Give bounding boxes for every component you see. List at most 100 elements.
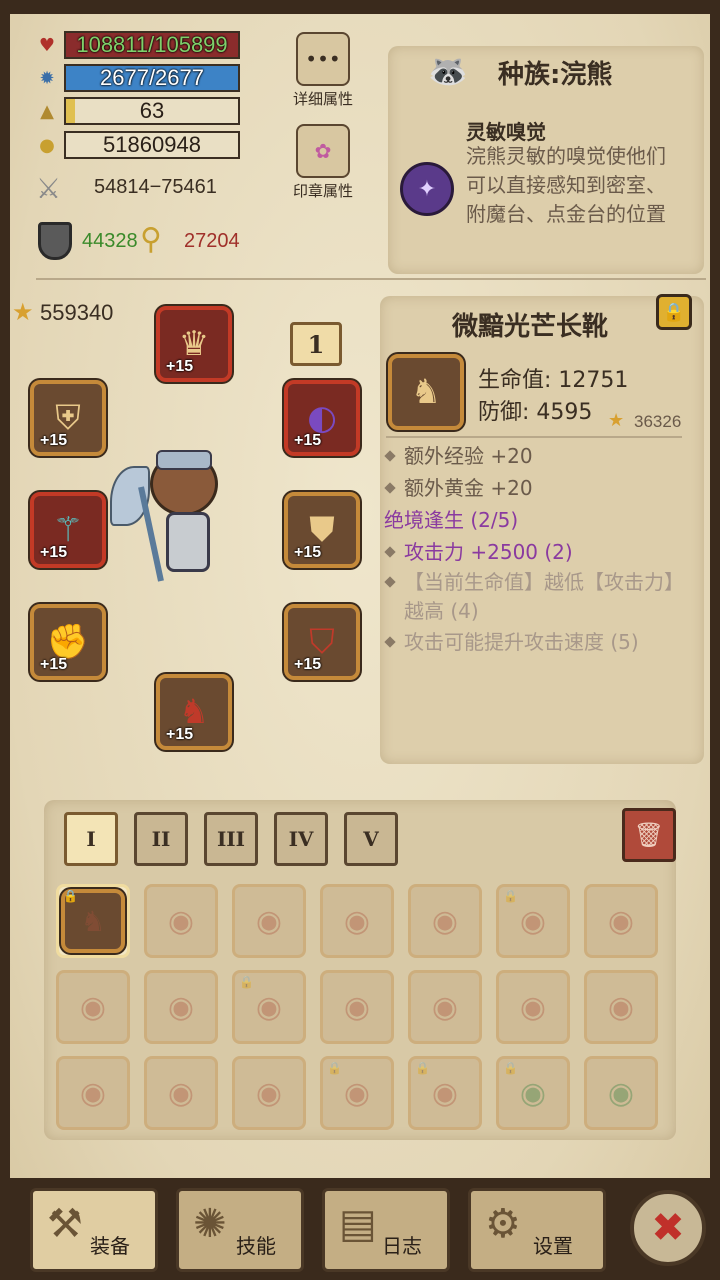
- lock-icon: 🔒: [503, 889, 518, 903]
- spellbook-icon: ◉: [519, 989, 547, 1025]
- inventory-slot[interactable]: ◉: [56, 1056, 130, 1130]
- lock-icon[interactable]: 🔒: [656, 294, 692, 330]
- inventory-slot[interactable]: ◉: [144, 884, 218, 958]
- spellbook-icon: ◉: [255, 903, 283, 939]
- inventory-slot[interactable]: ◉: [320, 970, 394, 1044]
- lock-icon: 🔒: [327, 1061, 342, 1075]
- raccoon-icon: 🦝: [428, 52, 468, 90]
- hp-bar: 108811/105899: [64, 31, 240, 59]
- helmet-level: +15: [166, 358, 194, 375]
- race-title: 种族:浣熊: [498, 60, 613, 90]
- inventory-slot[interactable]: ◉: [584, 884, 658, 958]
- spellbook-icon: ◉: [431, 989, 459, 1025]
- nav-skills-label: 技能: [236, 1234, 276, 1258]
- power-score: 559340: [40, 300, 114, 325]
- loadout-number: 1: [307, 329, 325, 359]
- tab-page-3[interactable]: III: [204, 812, 258, 866]
- trash-icon: 🗑: [633, 821, 665, 849]
- item-star-icon: ★: [608, 410, 625, 431]
- spellbook-icon: ◉: [431, 1075, 459, 1111]
- equip-slot-weapon[interactable]: ⚚ +15: [30, 492, 106, 568]
- item-hp: 生命值: 12751: [478, 368, 629, 393]
- magic-staff-icon: ⚲: [140, 222, 162, 257]
- item-name: 微黯光芒长靴: [451, 312, 608, 342]
- inventory-slot[interactable]: ◉: [320, 884, 394, 958]
- frame-left: [0, 0, 10, 1280]
- inventory-slot[interactable]: ◉: [232, 1056, 306, 1130]
- nav-settings-button[interactable]: ⚙ 设置: [468, 1188, 606, 1272]
- boots-level: +15: [166, 726, 194, 743]
- level-row: ▲ 63: [34, 96, 240, 126]
- gear-sun-icon: ✹: [39, 67, 55, 89]
- item-def: 防御: 4595: [478, 400, 593, 425]
- inventory-slot[interactable]: ◉: [232, 884, 306, 958]
- gold-bar: 51860948: [64, 131, 240, 159]
- set-line-1: 攻击力 +2500 (2): [380, 536, 704, 568]
- seal-attributes-button[interactable]: ✿ 印章属性: [288, 124, 358, 201]
- race-skill-desc: 浣熊灵敏的嗅觉使他们可以直接感知到密室、附魔台、点金台的位置: [466, 144, 666, 226]
- nav-skills-button[interactable]: ✺ 技能: [176, 1188, 304, 1272]
- inventory-slot[interactable]: ◉: [408, 970, 482, 1044]
- equip-slot-helmet[interactable]: ♛ +15: [156, 306, 232, 382]
- gold-row: ● 51860948: [34, 130, 240, 160]
- spellbook-icon: ◉: [79, 1075, 107, 1111]
- divider: [36, 278, 706, 280]
- tab-page-2-label: II: [151, 827, 171, 851]
- armor-level: +15: [294, 544, 322, 561]
- inventory-slot[interactable]: ◉ 🔒: [232, 970, 306, 1044]
- tab-page-4[interactable]: IV: [274, 812, 328, 866]
- inventory-slot[interactable]: ◉: [584, 970, 658, 1044]
- spellbook-icon: ◉: [607, 989, 635, 1025]
- tab-page-5[interactable]: V: [344, 812, 398, 866]
- attack-range: 54814−75461: [94, 176, 217, 198]
- triangle-icon: ▲: [40, 100, 54, 122]
- tab-page-2[interactable]: II: [134, 812, 188, 866]
- inventory-slot[interactable]: ♞ 🔒: [56, 884, 130, 958]
- inventory-slot[interactable]: ◉ 🔒: [496, 1056, 570, 1130]
- heart-icon: ♥: [38, 34, 56, 56]
- loadout-number-button[interactable]: 1: [290, 322, 342, 366]
- inventory-slot[interactable]: ◉: [144, 1056, 218, 1130]
- inventory-slot[interactable]: ◉: [144, 970, 218, 1044]
- inventory-slot[interactable]: ◉: [584, 1056, 658, 1130]
- spellbook-icon: ◉: [343, 903, 371, 939]
- spellbook-icon: ◉: [431, 903, 459, 939]
- lock-icon: 🔒: [63, 889, 78, 903]
- item-detail-panel: 微黯光芒长靴 ♞ 生命值: 12751 防御: 4595 ★ 36326 额外经…: [380, 296, 704, 764]
- diamond-bullet-icon: [384, 576, 396, 588]
- gloves-level: +15: [40, 656, 68, 673]
- item-divider: [386, 436, 682, 438]
- equip-slot-cloak[interactable]: ◐ +15: [284, 380, 360, 456]
- skill-sun-icon: ✺: [193, 1201, 227, 1247]
- bonus-line-1: 额外经验 +20: [380, 440, 704, 472]
- spellbook-icon: ◉: [519, 903, 547, 939]
- equip-slot-boots[interactable]: ♞ +15: [156, 674, 232, 750]
- detail-attributes-button[interactable]: ••• 详细属性: [288, 32, 358, 109]
- hp-row: ♥ 108811/105899: [34, 30, 240, 60]
- tab-page-3-label: III: [216, 827, 246, 851]
- inventory-slot[interactable]: ◉ 🔒: [408, 1056, 482, 1130]
- spellbook-icon: ◉: [607, 903, 635, 939]
- spellbook-icon: ◉: [255, 989, 283, 1025]
- defense-value: 44328: [82, 230, 138, 252]
- inventory-slot[interactable]: ◉: [56, 970, 130, 1044]
- inventory-slot[interactable]: ◉: [496, 970, 570, 1044]
- nav-log-button[interactable]: ▤ 日志: [322, 1188, 450, 1272]
- character-crown: [156, 450, 212, 470]
- equip-slot-belt[interactable]: ⛉ +15: [284, 604, 360, 680]
- swords-icon: ⚔: [36, 172, 62, 205]
- seal-attributes-label: 印章属性: [292, 182, 353, 200]
- inventory-slot[interactable]: ◉: [408, 884, 482, 958]
- nav-equip-button[interactable]: ⚒ 装备: [30, 1188, 158, 1272]
- equip-slot-gloves[interactable]: ✊ +15: [30, 604, 106, 680]
- tab-page-1[interactable]: I: [64, 812, 118, 866]
- tab-page-1-label: I: [86, 827, 96, 851]
- character-avatar[interactable]: [110, 446, 240, 596]
- inventory-slot[interactable]: ◉ 🔒: [496, 884, 570, 958]
- equip-slot-shoulder[interactable]: ⛨ +15: [30, 380, 106, 456]
- axe-icon: ⚒: [47, 1201, 83, 1247]
- trash-button[interactable]: 🗑: [622, 808, 676, 862]
- close-button[interactable]: ✖: [630, 1190, 706, 1266]
- inventory-slot[interactable]: ◉ 🔒: [320, 1056, 394, 1130]
- equip-slot-armor[interactable]: ⛊ +15: [284, 492, 360, 568]
